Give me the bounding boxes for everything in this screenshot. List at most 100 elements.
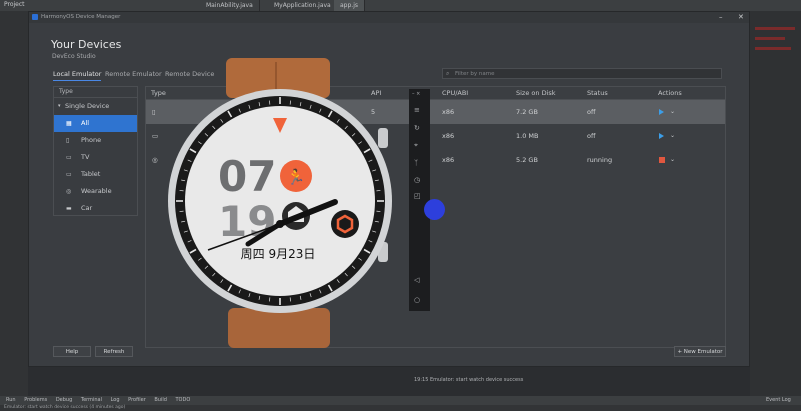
editor-tab-my-application[interactable]: MyApplication.java <box>268 0 338 11</box>
editor-tab-app-js[interactable]: app.js <box>334 0 365 11</box>
watch-icon: ◎ <box>152 156 158 164</box>
type-item-label: Phone <box>81 136 102 144</box>
touch-pointer <box>424 199 445 220</box>
type-group-single-device[interactable]: ▾ Single Device <box>54 98 137 115</box>
page-subtitle: DevEco Studio <box>52 53 96 60</box>
column-cpu[interactable]: CPU/ABI <box>442 87 468 99</box>
location-icon[interactable]: ⌖ <box>414 141 418 150</box>
tool-problems[interactable]: Problems <box>24 396 47 405</box>
page-title: Your Devices <box>51 38 122 51</box>
hexagon-badge <box>331 210 359 238</box>
tool-terminal[interactable]: Terminal <box>81 396 102 405</box>
watch-icon: ◎ <box>66 188 72 195</box>
window-title-bar: HarmonyOS Device Manager – ✕ <box>29 12 749 23</box>
watch-hour: 07 <box>218 152 276 201</box>
status-message: Emulator: start watch device success (4 … <box>4 405 126 410</box>
cell-cpu: x86 <box>442 132 455 140</box>
tab-local-emulator[interactable]: Local Emulator <box>53 70 102 81</box>
signal-icon[interactable]: ᛉ <box>414 159 418 167</box>
code-highlight <box>755 37 785 40</box>
cell-status: off <box>587 108 596 116</box>
watch-body: 🏃 07 19 周四 9月23日 <box>168 58 392 348</box>
runner-icon: 🏃 <box>287 168 306 186</box>
phone-icon: ▯ <box>152 108 156 116</box>
column-actions[interactable]: Actions <box>658 87 682 99</box>
ide-bottom-toolbar: Run Problems Debug Terminal Log Profiler… <box>0 396 801 405</box>
cell-cpu: x86 <box>442 108 455 116</box>
cell-cpu: x86 <box>442 156 455 164</box>
watch-emulator[interactable]: 🏃 07 19 周四 9月23日 <box>160 58 400 348</box>
cell-status: off <box>587 132 596 140</box>
clock-icon[interactable]: ◷ <box>414 176 420 184</box>
type-item-label: Tablet <box>81 170 101 178</box>
column-status[interactable]: Status <box>587 87 608 99</box>
stop-icon[interactable] <box>659 157 665 163</box>
watch-face <box>185 106 375 296</box>
event-log-button[interactable]: Event Log <box>766 396 791 405</box>
type-item-label: Car <box>81 204 93 212</box>
type-item-tv[interactable]: ▭ TV <box>54 149 137 166</box>
back-icon[interactable]: ◁ <box>414 276 419 284</box>
project-label[interactable]: Project <box>4 1 25 8</box>
ide-status-bar: Emulator: start watch device success (4 … <box>0 405 801 411</box>
watch-strap-bottom <box>228 308 330 348</box>
editor-tab-main-ability[interactable]: MainAbility.java <box>200 0 260 11</box>
tool-run[interactable]: Run <box>6 396 16 405</box>
refresh-button[interactable]: Refresh <box>95 346 133 357</box>
tool-todo[interactable]: TODO <box>176 396 191 405</box>
screenshot-icon[interactable]: ◰ <box>414 192 421 200</box>
cell-size: 1.0 MB <box>516 132 539 140</box>
column-size[interactable]: Size on Disk <box>516 87 556 99</box>
ide-left-tool-strip <box>0 11 28 396</box>
new-emulator-button[interactable]: + New Emulator <box>674 346 726 357</box>
cell-size: 5.2 GB <box>516 156 538 164</box>
tool-profiler[interactable]: Profiler <box>128 396 146 405</box>
filter-input[interactable]: ⌕ Filter by name <box>442 68 722 79</box>
chevron-down-icon[interactable]: ⌄ <box>670 124 675 148</box>
type-item-label: TV <box>81 153 90 161</box>
log-panel: 19:15 Emulator: start watch device succe… <box>410 369 750 396</box>
type-panel-header: Type <box>54 87 137 98</box>
minimize-icon[interactable]: – <box>719 13 723 21</box>
tool-debug[interactable]: Debug <box>56 396 72 405</box>
search-icon: ⌕ <box>446 70 450 77</box>
type-item-phone[interactable]: ▯ Phone <box>54 132 137 149</box>
log-line: 19:15 Emulator: start watch device succe… <box>414 377 524 383</box>
type-item-car[interactable]: ▬ Car <box>54 200 137 217</box>
grid-icon: ▦ <box>66 120 72 127</box>
filter-placeholder: Filter by name <box>455 71 495 77</box>
emulator-toolbar: – × ≡ ↻ ⌖ ᛉ ◷ ◰ ◁ ○ <box>409 89 430 311</box>
tool-build[interactable]: Build <box>154 396 167 405</box>
type-group-label: Single Device <box>65 102 110 110</box>
watch-minute: 19 <box>218 197 276 246</box>
device-type-panel: Type ▾ Single Device ▦ All ▯ Phone ▭ TV … <box>53 86 138 216</box>
crown-button <box>378 128 388 148</box>
tv-icon: ▭ <box>66 154 72 161</box>
tablet-icon: ▭ <box>66 171 72 178</box>
code-highlight <box>755 27 795 30</box>
window-title: HarmonyOS Device Manager <box>41 14 121 20</box>
type-item-label: Wearable <box>81 187 112 195</box>
chevron-down-icon[interactable]: ⌄ <box>670 148 675 172</box>
minimize-icon[interactable]: – × <box>412 91 420 97</box>
cell-status: running <box>587 156 613 164</box>
home-icon[interactable]: ○ <box>414 296 420 304</box>
code-highlight <box>755 47 791 50</box>
play-icon[interactable] <box>659 109 664 115</box>
menu-icon[interactable]: ≡ <box>414 106 420 114</box>
tab-remote-emulator[interactable]: Remote Emulator <box>105 70 162 78</box>
close-icon[interactable]: ✕ <box>738 13 744 21</box>
type-item-tablet[interactable]: ▭ Tablet <box>54 166 137 183</box>
tv-icon: ▭ <box>152 132 159 140</box>
cell-size: 7.2 GB <box>516 108 538 116</box>
tool-log[interactable]: Log <box>111 396 120 405</box>
play-icon[interactable] <box>659 133 664 139</box>
type-item-wearable[interactable]: ◎ Wearable <box>54 183 137 200</box>
car-icon: ▬ <box>66 205 72 212</box>
chevron-down-icon: ▾ <box>58 103 61 109</box>
rotate-icon[interactable]: ↻ <box>414 124 420 132</box>
phone-icon: ▯ <box>66 137 70 144</box>
type-item-all[interactable]: ▦ All <box>54 115 137 132</box>
help-button[interactable]: Help <box>53 346 91 357</box>
chevron-down-icon[interactable]: ⌄ <box>670 100 675 124</box>
